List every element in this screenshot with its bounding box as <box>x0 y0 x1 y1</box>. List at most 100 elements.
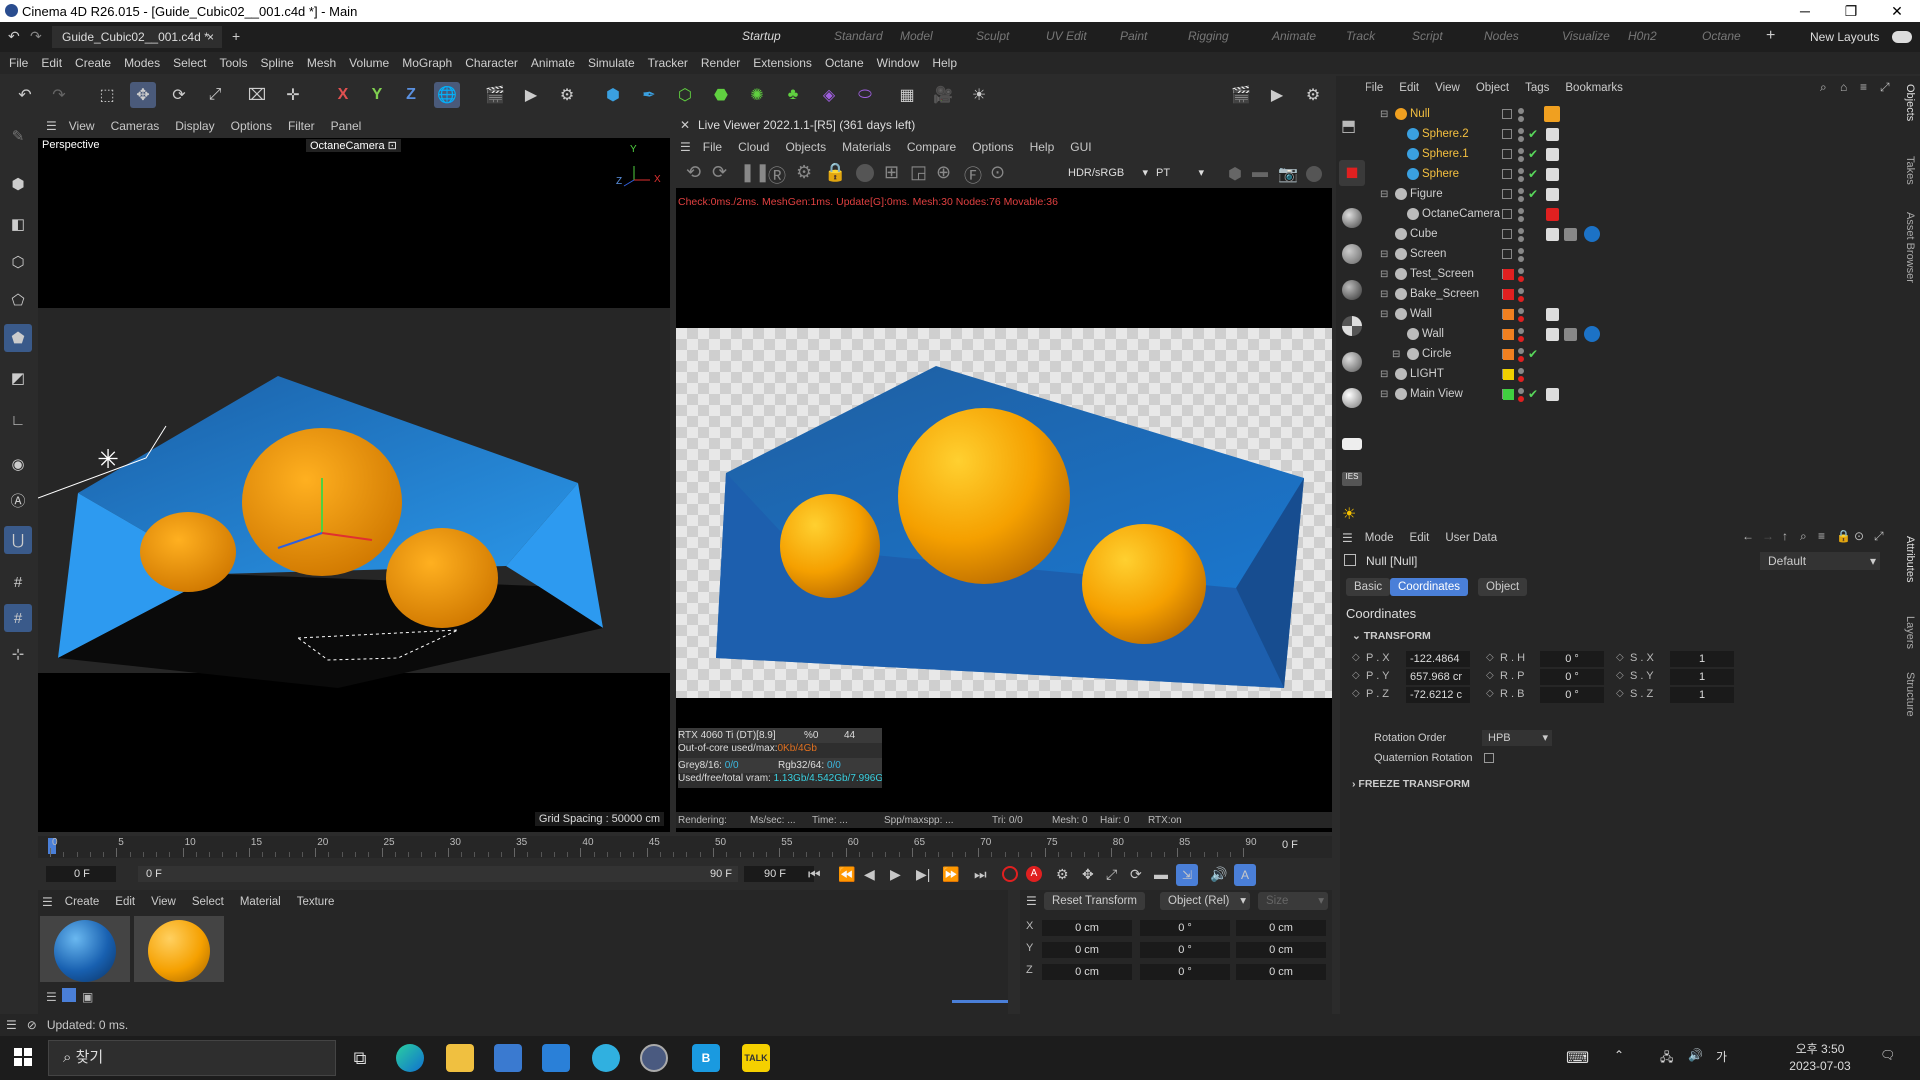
menu-character[interactable]: Character <box>465 56 518 70</box>
filter-icon[interactable]: ≡ <box>1860 80 1867 94</box>
menu-render[interactable]: Render <box>701 56 740 70</box>
region-render-icon[interactable]: Ⓡ <box>768 162 786 188</box>
autokey-icon[interactable]: A <box>1026 866 1042 882</box>
enabled-check-icon[interactable]: ✔ <box>1528 127 1538 141</box>
store-icon[interactable] <box>494 1044 522 1072</box>
attr-search-icon[interactable]: ⌕ <box>1800 529 1807 544</box>
render-visibility-dot[interactable] <box>1518 216 1524 222</box>
kakaotalk-icon[interactable]: TALK <box>742 1044 770 1072</box>
kernel-dropdown[interactable]: PT ▾ <box>1156 164 1206 182</box>
editor-visibility-dot[interactable] <box>1518 168 1524 174</box>
menu-icon[interactable]: ☰ <box>6 1018 17 1032</box>
render-visibility-dot[interactable] <box>1518 336 1524 342</box>
menu-extensions[interactable]: Extensions <box>753 56 812 70</box>
model-mode-icon[interactable]: ⬢ <box>4 170 32 198</box>
sound-icon[interactable]: 🔊 <box>1210 866 1227 883</box>
cube-icon[interactable]: ⬢ <box>600 82 626 108</box>
go-to-start-icon[interactable]: ⏮ <box>808 866 821 883</box>
object-name[interactable]: Wall <box>1422 328 1444 340</box>
keyframe-diamond-icon[interactable]: ◇ <box>1486 688 1494 699</box>
menu-select[interactable]: Select <box>173 56 206 70</box>
octane-settings-icon[interactable]: ⚙ <box>1300 82 1326 108</box>
layer-color-swatch[interactable] <box>1503 268 1514 280</box>
ime-indicator[interactable]: 가 <box>1716 1048 1727 1065</box>
material-manager-menu-icon[interactable]: ☰ <box>42 895 53 909</box>
dock-tab-layers[interactable]: Layers <box>1904 616 1916 649</box>
visibility-toggle[interactable] <box>1502 169 1512 179</box>
octane-object-icon[interactable]: ⬒ <box>1341 116 1363 138</box>
network-icon[interactable]: 🖧 <box>1660 1048 1673 1069</box>
layout-tab-sculpt[interactable]: Sculpt <box>976 29 1009 43</box>
object-row[interactable]: Sphere.2 ✔ <box>1340 124 1900 144</box>
close-button[interactable]: ✕ <box>1874 0 1920 22</box>
editor-visibility-dot[interactable] <box>1518 388 1524 394</box>
workplane-icon[interactable]: # <box>4 568 32 596</box>
minimize-button[interactable]: ─ <box>1782 0 1828 22</box>
render-view-icon[interactable]: 🎬 <box>482 82 508 108</box>
attr-value-field[interactable]: 1 <box>1670 651 1734 667</box>
live-viewer-menu-file[interactable]: File <box>703 140 722 154</box>
menu-mesh[interactable]: Mesh <box>307 56 336 70</box>
editor-visibility-dot[interactable] <box>1518 288 1524 294</box>
previous-key-icon[interactable]: ⏪ <box>838 866 855 883</box>
uv-tag-icon[interactable] <box>1564 227 1577 241</box>
editor-visibility-dot[interactable] <box>1518 348 1524 354</box>
document-tab-close[interactable]: × <box>207 26 214 48</box>
enabled-check-icon[interactable]: ✔ <box>1528 387 1538 401</box>
material-menu-select[interactable]: Select <box>192 896 224 908</box>
objects-menu-bookmarks[interactable]: Bookmarks <box>1565 82 1623 94</box>
attr-value-field[interactable]: -122.4864 <box>1406 651 1470 667</box>
material-tag-icon[interactable] <box>1584 326 1600 342</box>
viewport-menu-panel[interactable]: Panel <box>331 119 362 133</box>
octane-settings-icon-lv[interactable]: ⚙ <box>796 162 812 183</box>
coord-size-field[interactable]: 0 cm <box>1236 964 1326 980</box>
preview-range-slider[interactable]: 0 F 90 F <box>138 866 738 882</box>
menu-modes[interactable]: Modes <box>124 56 160 70</box>
scale-icon[interactable]: ⤢ <box>202 82 228 108</box>
expand-icon[interactable]: ⊟ <box>1380 109 1388 120</box>
attr-value-field[interactable]: 0 ° <box>1540 687 1604 703</box>
deformer-icon[interactable]: ◈ <box>816 82 842 108</box>
tag-icon[interactable] <box>1546 187 1559 201</box>
keyframe-diamond-icon[interactable]: ◇ <box>1486 652 1494 663</box>
preset-dropdown[interactable]: Default ▾ <box>1760 552 1880 570</box>
visibility-toggle[interactable] <box>1502 209 1512 219</box>
render-visibility-dot[interactable] <box>1518 236 1524 242</box>
extrude-icon[interactable]: ⬣ <box>708 82 734 108</box>
attr-value-field[interactable]: 1 <box>1670 669 1734 685</box>
restart-render-icon[interactable]: ⟳ <box>712 162 727 183</box>
render-visibility-dot[interactable] <box>1518 116 1524 122</box>
uv-mode-icon[interactable]: ◩ <box>4 364 32 392</box>
attr-filter-icon[interactable]: ≡ <box>1818 529 1825 543</box>
place-icon[interactable]: ✛ <box>280 82 306 108</box>
menu-simulate[interactable]: Simulate <box>588 56 635 70</box>
dock-tab-objects[interactable]: Objects <box>1904 84 1916 121</box>
material-menu-material[interactable]: Material <box>240 896 281 908</box>
previous-frame-icon[interactable]: ◀ <box>864 866 875 883</box>
viewport-menu-display[interactable]: Display <box>175 119 214 133</box>
layout-tab-startup[interactable]: Startup <box>742 29 781 43</box>
object-name[interactable]: Bake_Screen <box>1410 288 1479 300</box>
dock-tab-takes[interactable]: Takes <box>1904 156 1916 185</box>
search-icon[interactable]: ⌕ <box>1820 80 1827 95</box>
object-name[interactable]: Sphere <box>1422 168 1459 180</box>
expand-icon[interactable]: ⊟ <box>1380 309 1388 320</box>
editor-visibility-dot[interactable] <box>1518 128 1524 134</box>
keyframe-diamond-icon[interactable]: ◇ <box>1352 652 1360 663</box>
live-viewer-menu-gui[interactable]: GUI <box>1070 140 1091 154</box>
sphere-preview-icon[interactable] <box>1306 166 1322 182</box>
enabled-check-icon[interactable]: ✔ <box>1528 187 1538 201</box>
bird-app-icon[interactable] <box>592 1044 620 1072</box>
live-viewer-close-icon[interactable]: ✕ <box>680 118 690 132</box>
material-tag-icon[interactable] <box>1544 106 1560 122</box>
object-row[interactable]: ⊟ Main View ✔ <box>1340 384 1900 404</box>
quaternion-checkbox[interactable] <box>1484 753 1494 763</box>
layer-color-swatch[interactable] <box>1503 368 1514 380</box>
editor-visibility-dot[interactable] <box>1518 148 1524 154</box>
objects-menu-file[interactable]: File <box>1365 82 1384 94</box>
object-row[interactable]: Cube <box>1340 224 1900 244</box>
attr-value-field[interactable]: -72.6212 c <box>1406 687 1470 703</box>
keyboard-icon[interactable]: ⌨ <box>1566 1048 1589 1068</box>
material-menu-create[interactable]: Create <box>65 896 100 908</box>
rotate-icon[interactable]: ⟳ <box>166 82 192 108</box>
